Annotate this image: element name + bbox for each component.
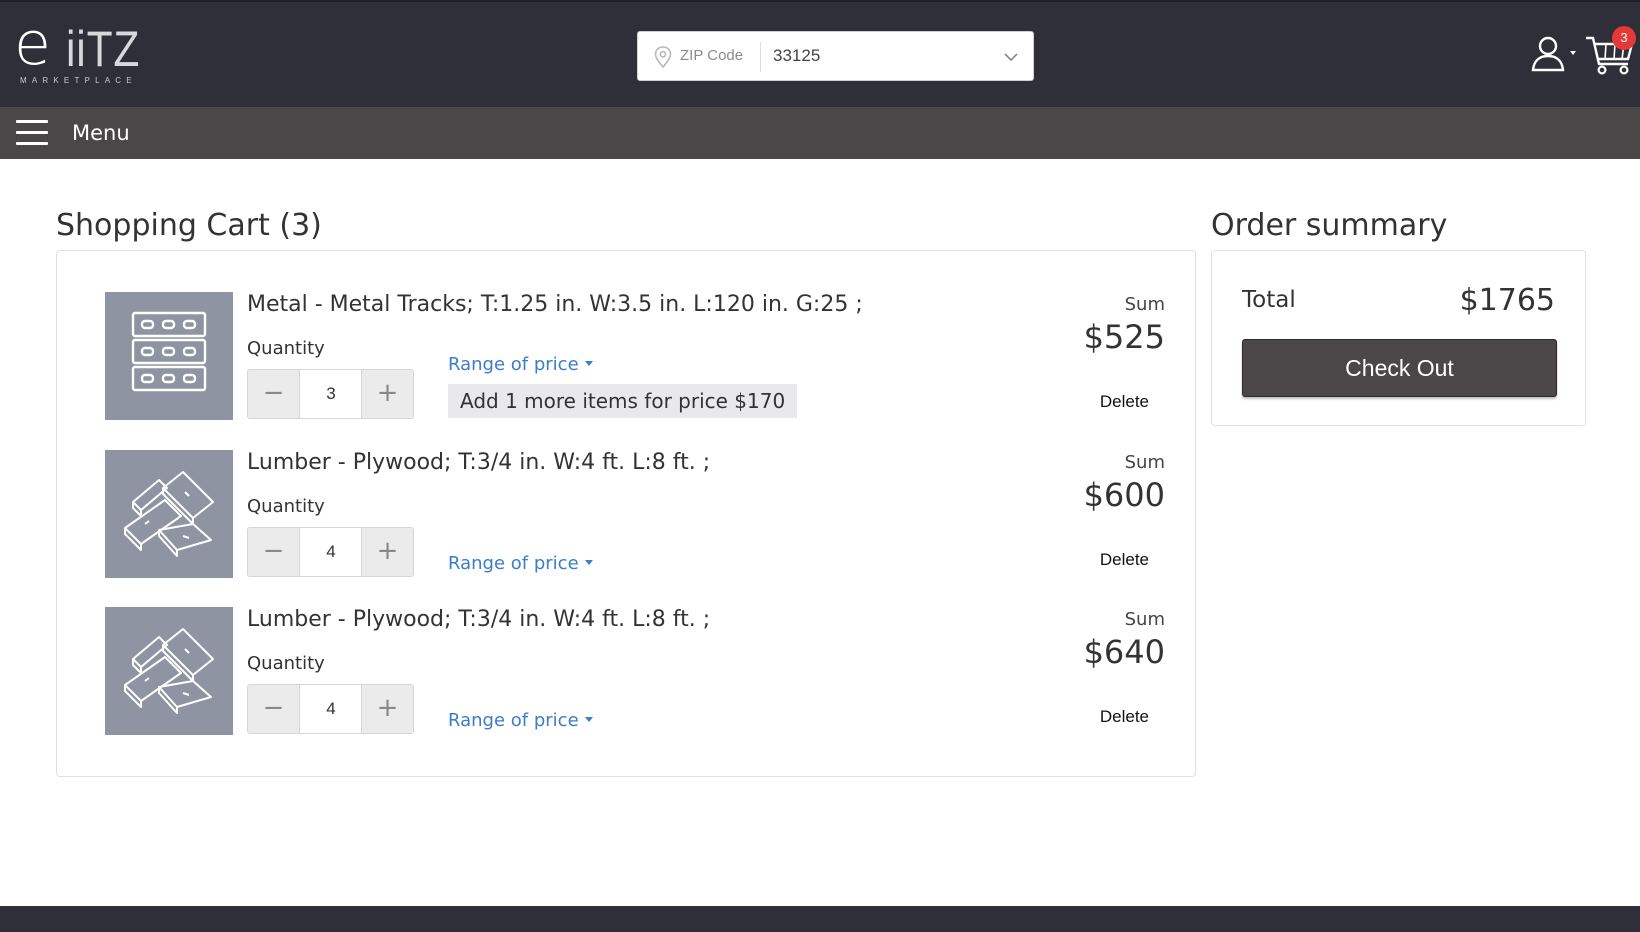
product-title[interactable]: Lumber - Plywood; T:3/4 in. W:4 ft. L:8 … xyxy=(247,450,710,475)
caret-down-icon xyxy=(584,360,593,366)
plywood-icon xyxy=(124,628,214,714)
product-title[interactable]: Lumber - Plywood; T:3/4 in. W:4 ft. L:8 … xyxy=(247,607,710,632)
quantity-label: Quantity xyxy=(247,496,325,517)
quantity-input[interactable]: 3 xyxy=(300,370,362,418)
check-out-button[interactable]: Check Out xyxy=(1242,339,1557,397)
quantity-input[interactable]: 4 xyxy=(300,685,362,733)
location-pin-icon xyxy=(654,46,672,69)
logo-subtitle: MARKETPLACE xyxy=(20,76,137,85)
range-of-price-label: Range of price xyxy=(448,710,579,731)
quantity-label: Quantity xyxy=(247,338,325,359)
user-account-icon[interactable] xyxy=(1530,32,1578,76)
product-thumbnail[interactable] xyxy=(105,607,233,735)
product-thumbnail[interactable] xyxy=(105,450,233,578)
chevron-down-icon[interactable] xyxy=(1002,48,1020,66)
delete-item-button[interactable]: Delete xyxy=(1100,550,1149,570)
site-logo[interactable]: e iiTZ MARKETPLACE xyxy=(14,14,144,86)
menu-bar: Menu xyxy=(0,107,1640,159)
cart-item: Lumber - Plywood; T:3/4 in. W:4 ft. L:8 … xyxy=(105,450,1165,580)
cart-item: Metal - Metal Tracks; T:1.25 in. W:3.5 i… xyxy=(105,292,1165,422)
cart-item: Lumber - Plywood; T:3/4 in. W:4 ft. L:8 … xyxy=(105,607,1165,737)
hamburger-menu-icon[interactable] xyxy=(16,120,48,146)
caret-down-icon xyxy=(584,559,593,565)
bulk-price-promo: Add 1 more items for price $170 xyxy=(448,384,798,418)
item-sum: $600 xyxy=(1083,476,1165,514)
order-summary-title: Order summary xyxy=(1211,208,1448,243)
quantity-input[interactable]: 4 xyxy=(300,528,362,576)
site-header: e iiTZ MARKETPLACE ZIP Code 33125 3 xyxy=(0,0,1640,107)
decrease-quantity-button[interactable]: − xyxy=(248,370,300,418)
range-of-price-label: Range of price xyxy=(448,354,579,375)
decrease-quantity-button[interactable]: − xyxy=(248,685,300,733)
quantity-stepper: − 4 + xyxy=(247,684,414,734)
range-of-price-dropdown[interactable]: Range of price xyxy=(448,553,593,574)
zip-code-selector[interactable]: ZIP Code 33125 xyxy=(637,31,1034,81)
quantity-label: Quantity xyxy=(247,653,325,674)
range-of-price-label: Range of price xyxy=(448,553,579,574)
metal-tracks-icon xyxy=(131,311,207,392)
logo-rest-letters: iiTZ xyxy=(66,21,141,77)
cart-items-panel: Metal - Metal Tracks; T:1.25 in. W:3.5 i… xyxy=(56,250,1196,777)
sum-label: Sum xyxy=(1124,452,1165,473)
site-footer xyxy=(0,906,1640,932)
delete-item-button[interactable]: Delete xyxy=(1100,707,1149,727)
caret-down-icon xyxy=(584,716,593,722)
decrease-quantity-button[interactable]: − xyxy=(248,528,300,576)
logo-main-letter: e xyxy=(14,9,51,79)
sum-label: Sum xyxy=(1124,294,1165,315)
range-of-price-dropdown[interactable]: Range of price xyxy=(448,354,593,375)
quantity-stepper: − 3 + xyxy=(247,369,414,419)
order-summary-panel: Total $1765 Check Out xyxy=(1211,250,1586,426)
increase-quantity-button[interactable]: + xyxy=(361,685,413,733)
zip-code-value[interactable]: 33125 xyxy=(773,46,820,66)
shopping-cart-title: Shopping Cart (3) xyxy=(56,208,322,243)
item-sum: $640 xyxy=(1083,633,1165,671)
quantity-stepper: − 4 + xyxy=(247,527,414,577)
delete-item-button[interactable]: Delete xyxy=(1100,392,1149,412)
cart-count-badge: 3 xyxy=(1612,26,1636,50)
zip-code-label: ZIP Code xyxy=(680,47,744,64)
range-of-price-dropdown[interactable]: Range of price xyxy=(448,710,593,731)
menu-label[interactable]: Menu xyxy=(72,121,130,145)
total-value: $1765 xyxy=(1459,283,1555,318)
sum-label: Sum xyxy=(1124,609,1165,630)
item-sum: $525 xyxy=(1083,318,1165,356)
zip-divider xyxy=(760,42,761,72)
product-thumbnail[interactable] xyxy=(105,292,233,420)
increase-quantity-button[interactable]: + xyxy=(361,528,413,576)
increase-quantity-button[interactable]: + xyxy=(361,370,413,418)
plywood-icon xyxy=(124,471,214,557)
product-title[interactable]: Metal - Metal Tracks; T:1.25 in. W:3.5 i… xyxy=(247,292,863,317)
total-label: Total xyxy=(1242,287,1296,313)
